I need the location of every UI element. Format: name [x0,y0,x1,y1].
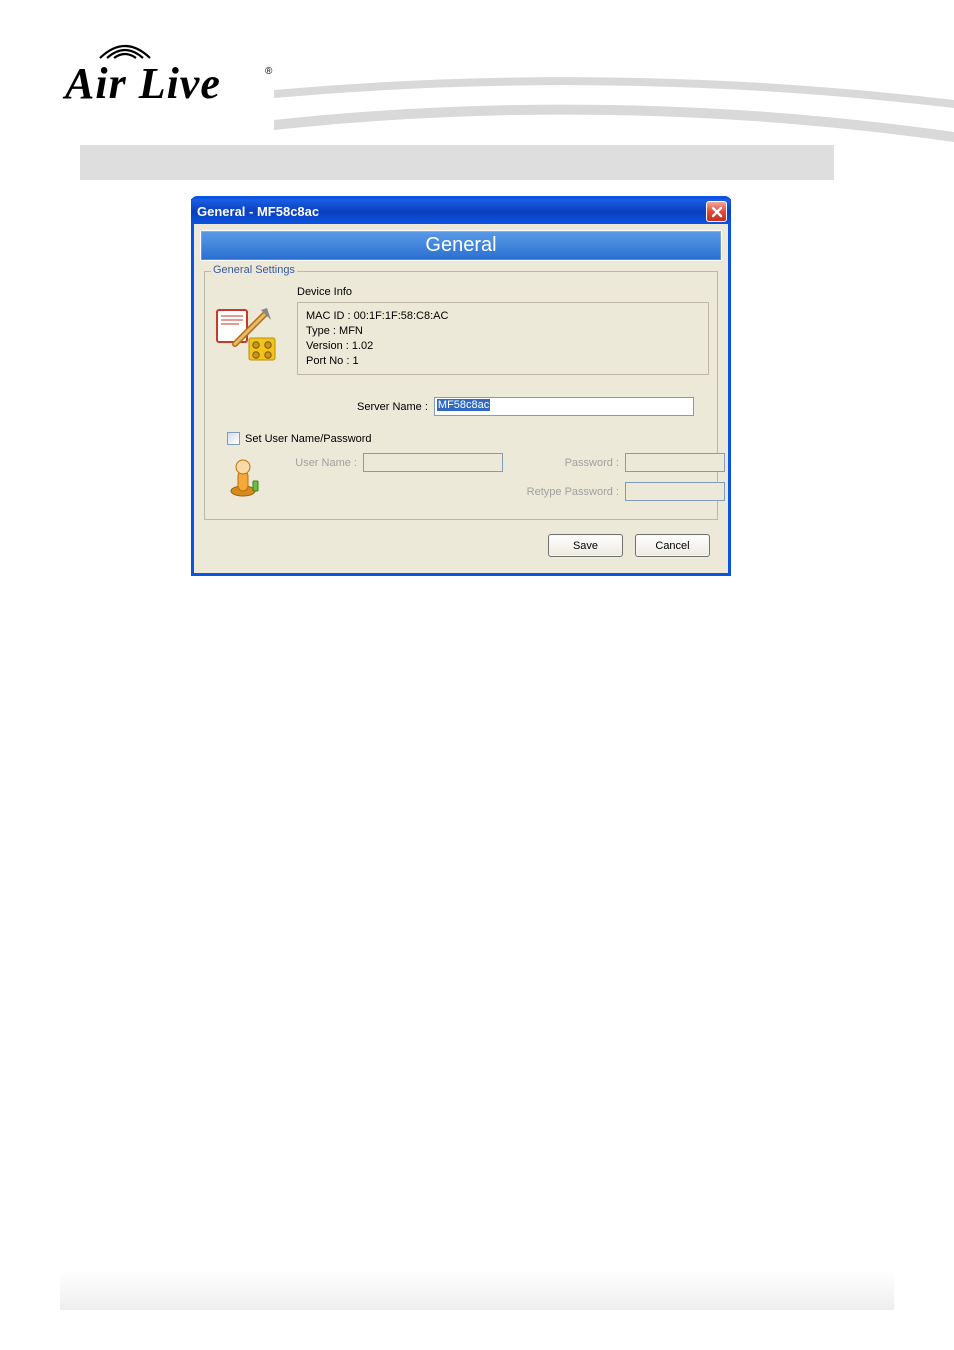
password-label: Password : [503,457,625,469]
server-name-value: MF58c8ac [437,399,490,411]
logo-waves-icon [95,30,155,60]
dialog-titlebar[interactable]: General - MF58c8ac [191,196,731,224]
device-info-label: Device Info [297,286,709,298]
username-label: User Name : [275,457,363,469]
page-header: Air Live ® [0,0,954,145]
brand-name: Air Live [65,58,221,109]
user-icon [227,457,259,497]
password-input[interactable] [625,453,725,472]
retype-password-input[interactable] [625,482,725,501]
brand-logo: Air Live ® [65,30,275,105]
close-button[interactable] [706,201,727,222]
panel-title: General [200,230,722,261]
cancel-button[interactable]: Cancel [635,534,710,557]
set-credentials-checkbox[interactable] [227,432,240,445]
device-version: Version : 1.02 [306,339,700,354]
username-input[interactable] [363,453,503,472]
device-type: Type : MFN [306,324,700,339]
set-credentials-label: Set User Name/Password [245,433,372,445]
save-button[interactable]: Save [548,534,623,557]
device-settings-icon [215,300,279,364]
close-icon [711,206,723,218]
dialog-title: General - MF58c8ac [197,204,319,219]
server-name-label: Server Name : [357,401,428,413]
header-gray-band [80,145,834,180]
fieldset-legend: General Settings [211,264,297,276]
device-mac: MAC ID : 00:1F:1F:58:C8:AC [306,309,700,324]
server-name-input[interactable]: MF58c8ac [434,397,694,416]
brand-registered: ® [265,66,272,77]
retype-password-label: Retype Password : [503,486,625,498]
footer-fade [60,1270,894,1310]
general-dialog: General - MF58c8ac General General Setti… [191,199,731,576]
general-settings-fieldset: General Settings Device Info MAC ID : [204,271,718,520]
device-info-box: MAC ID : 00:1F:1F:58:C8:AC Type : MFN Ve… [297,302,709,375]
device-port: Port No : 1 [306,354,700,369]
